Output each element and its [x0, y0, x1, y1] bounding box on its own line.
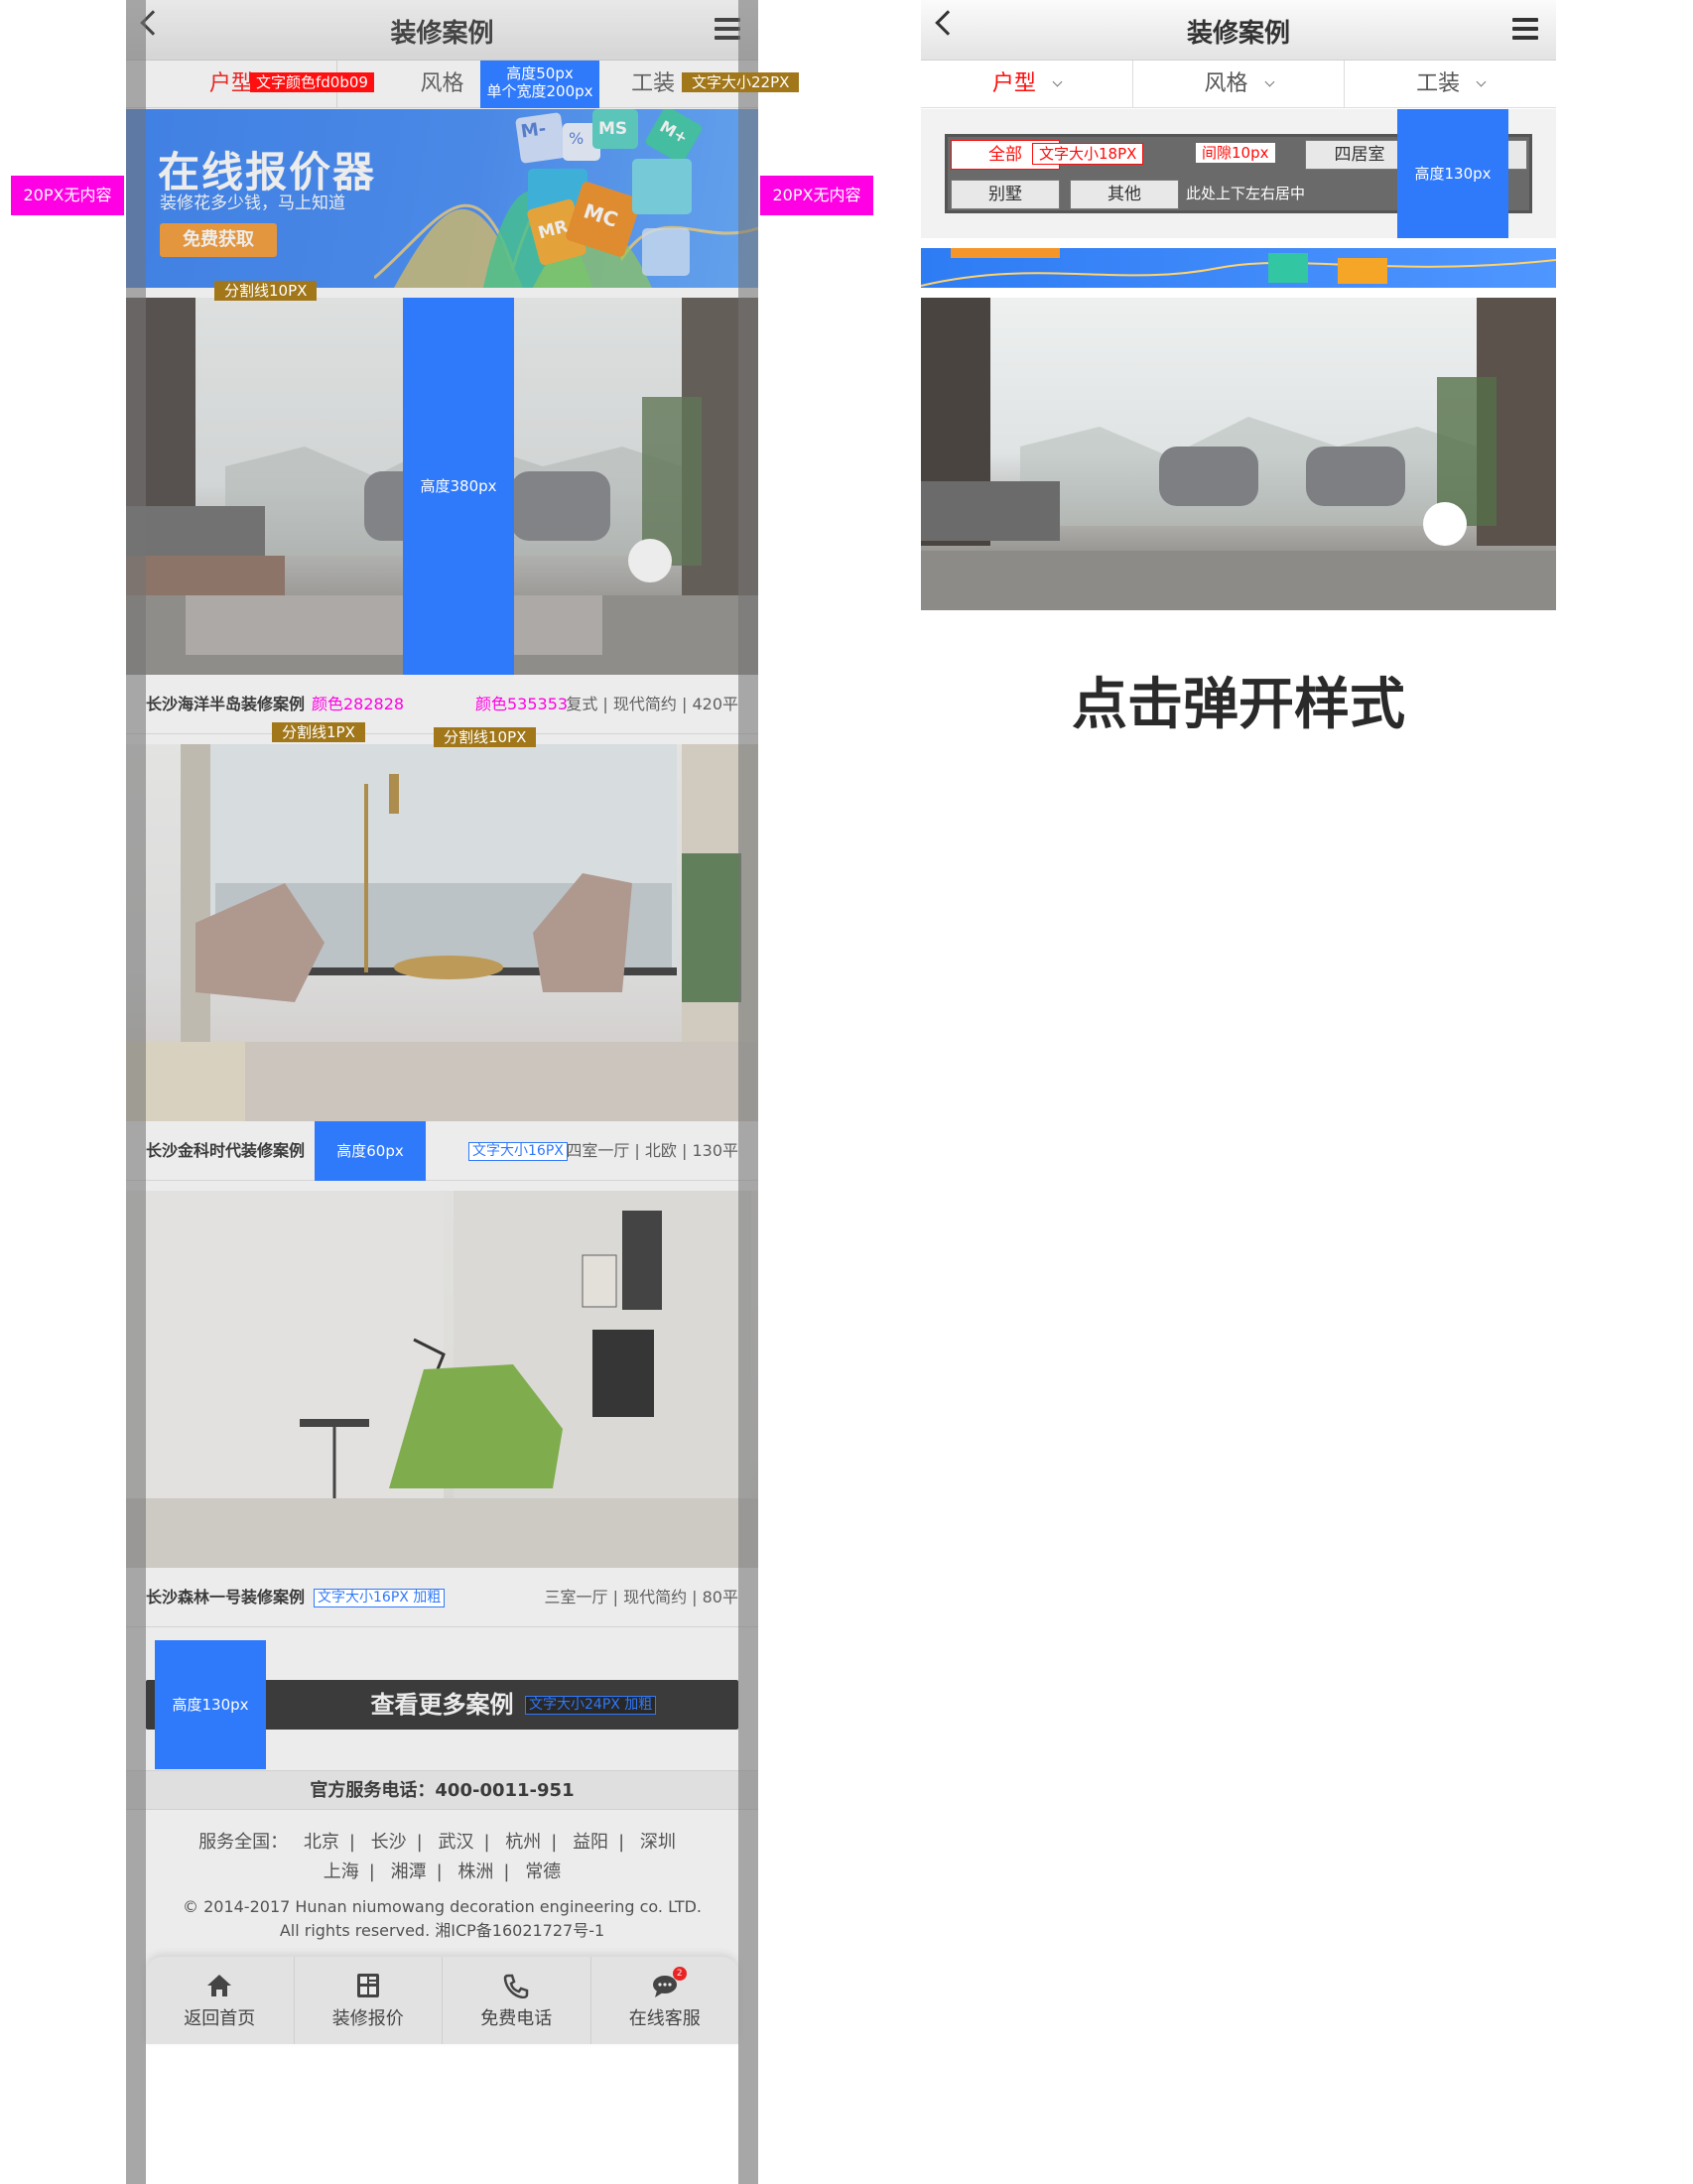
- chevron-down-icon: [1476, 76, 1487, 87]
- annotation-divider-1: 分割线1PX: [272, 722, 365, 742]
- annotation-font-size-24-bold: 文字大小24PX 加粗: [525, 1696, 657, 1715]
- case-photo-preview[interactable]: [921, 298, 1556, 610]
- guide-margin-left: [126, 0, 146, 2184]
- filter-style[interactable]: 风格: [1133, 61, 1346, 107]
- option-other[interactable]: 其他: [1070, 180, 1179, 209]
- filter-bar: 户型 风格 工装: [921, 61, 1556, 108]
- right-phone: 装修案例 户型 风格 工装 全部 四居室 复式 别墅 其他 文字大小18PX 间…: [920, 0, 1557, 610]
- annotation-color: 文字颜色fd0b09: [250, 72, 374, 92]
- living-room-illustration: [921, 298, 1556, 610]
- annotation-font-size-22: 文字大小22PX: [682, 72, 800, 92]
- annotation-font-size-16: 文字大小16PX: [468, 1142, 568, 1161]
- annotation-padding-right: 20PX无内容: [760, 176, 873, 215]
- page-title: 装修案例: [1186, 19, 1290, 49]
- annotation-filter-size: 高度50px 单个宽度200px: [480, 61, 599, 108]
- banner-strip: [920, 248, 1557, 288]
- filter-label: 工装: [1416, 71, 1461, 96]
- filter-workwear[interactable]: 工装: [1345, 61, 1556, 107]
- option-villa[interactable]: 别墅: [951, 180, 1060, 209]
- annotation-font-size-18: 文字大小18PX: [1032, 143, 1144, 165]
- annotation-height-130-popup: 高度130px: [1397, 109, 1508, 238]
- filter-house-type[interactable]: 户型: [921, 61, 1133, 107]
- annotation-padding-left: 20PX无内容: [11, 176, 124, 215]
- annotation-height-380: 高度380px: [403, 298, 514, 675]
- filter-label: 户型: [991, 71, 1036, 96]
- top-bar: 装修案例: [921, 0, 1556, 61]
- guide-margin-right: [738, 0, 758, 2184]
- annotation-height-130: 高度130px: [155, 1640, 266, 1769]
- annotation-divider-10: 分割线10PX: [214, 281, 318, 301]
- annotation-font-size-16-bold: 文字大小16PX 加粗: [314, 1589, 446, 1607]
- annotation-color-535353: 颜色535353: [475, 695, 569, 713]
- popup-style-caption: 点击弹开样式: [1072, 673, 1405, 737]
- chevron-down-icon: [1264, 76, 1274, 87]
- menu-icon[interactable]: [1512, 18, 1538, 40]
- annotation-divider-10b: 分割线10PX: [434, 727, 537, 747]
- chevron-down-icon: [1052, 76, 1063, 87]
- filter-label: 风格: [1204, 71, 1248, 96]
- annotation-color-282828: 颜色282828: [312, 695, 405, 713]
- annotation-height-60: 高度60px: [315, 1121, 426, 1181]
- annotation-center-note: 此处上下左右居中: [1186, 185, 1306, 202]
- annotation-gap-10: 间隙10px: [1196, 143, 1275, 163]
